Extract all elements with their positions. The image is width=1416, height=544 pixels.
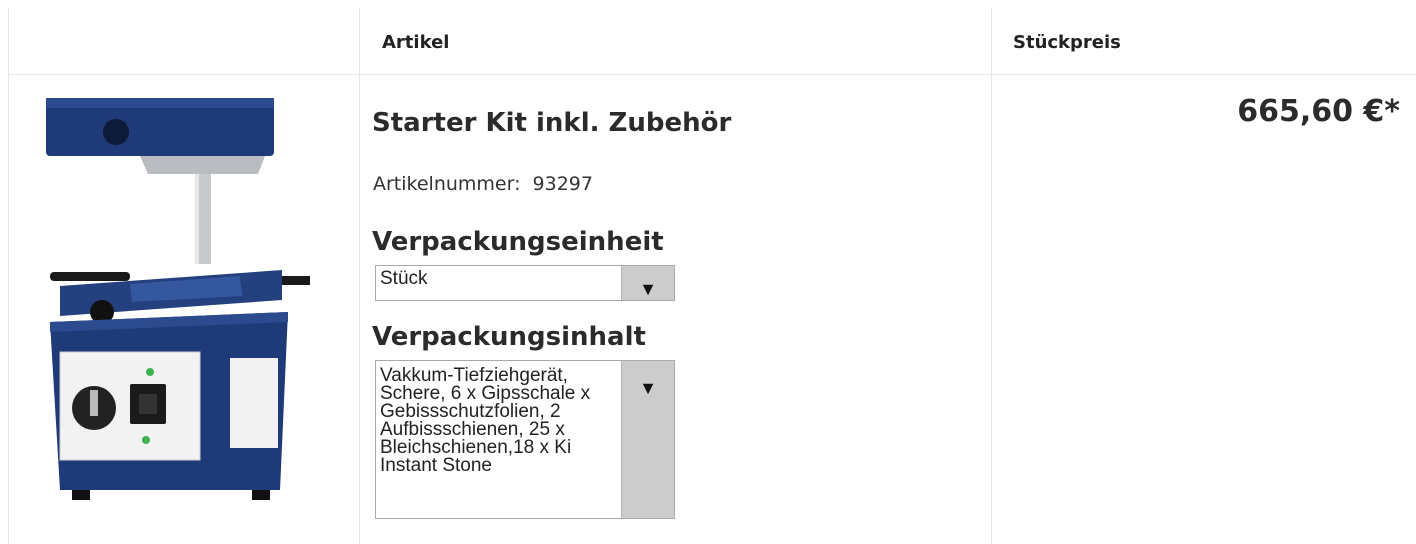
column-divider [359,8,360,544]
packaging-unit-select[interactable]: Stück ▼ [375,265,675,301]
packaging-content-dropdown-button[interactable]: ▼ [621,361,674,518]
packaging-unit-selected-value: Stück [380,268,428,289]
article-number-label: Artikelnummer: [373,173,521,195]
product-image[interactable] [20,90,310,510]
header-article: Artikel [382,32,450,53]
unit-price: 665,60 €* [1237,94,1400,129]
packaging-unit-dropdown-button[interactable]: ▼ [621,266,674,300]
packaging-content-heading: Verpackungsinhalt [372,322,646,352]
header-unit-price: Stückpreis [1013,32,1121,53]
packaging-content-select[interactable]: Vakkum-Tiefziehgerät, Schere, 6 x Gipssc… [375,360,675,519]
article-number-value: 93297 [532,173,593,195]
product-title[interactable]: Starter Kit inkl. Zubehör [372,108,731,138]
packaging-content-selected-value: Vakkum-Tiefziehgerät, Schere, 6 x Gipssc… [380,365,596,476]
packaging-unit-heading: Verpackungseinheit [372,227,664,257]
column-divider [991,8,992,544]
chevron-down-icon: ▼ [639,279,657,299]
article-number-row: Artikelnummer: 93297 [373,173,593,195]
chevron-down-icon: ▼ [639,378,657,398]
header-divider [9,74,1416,75]
